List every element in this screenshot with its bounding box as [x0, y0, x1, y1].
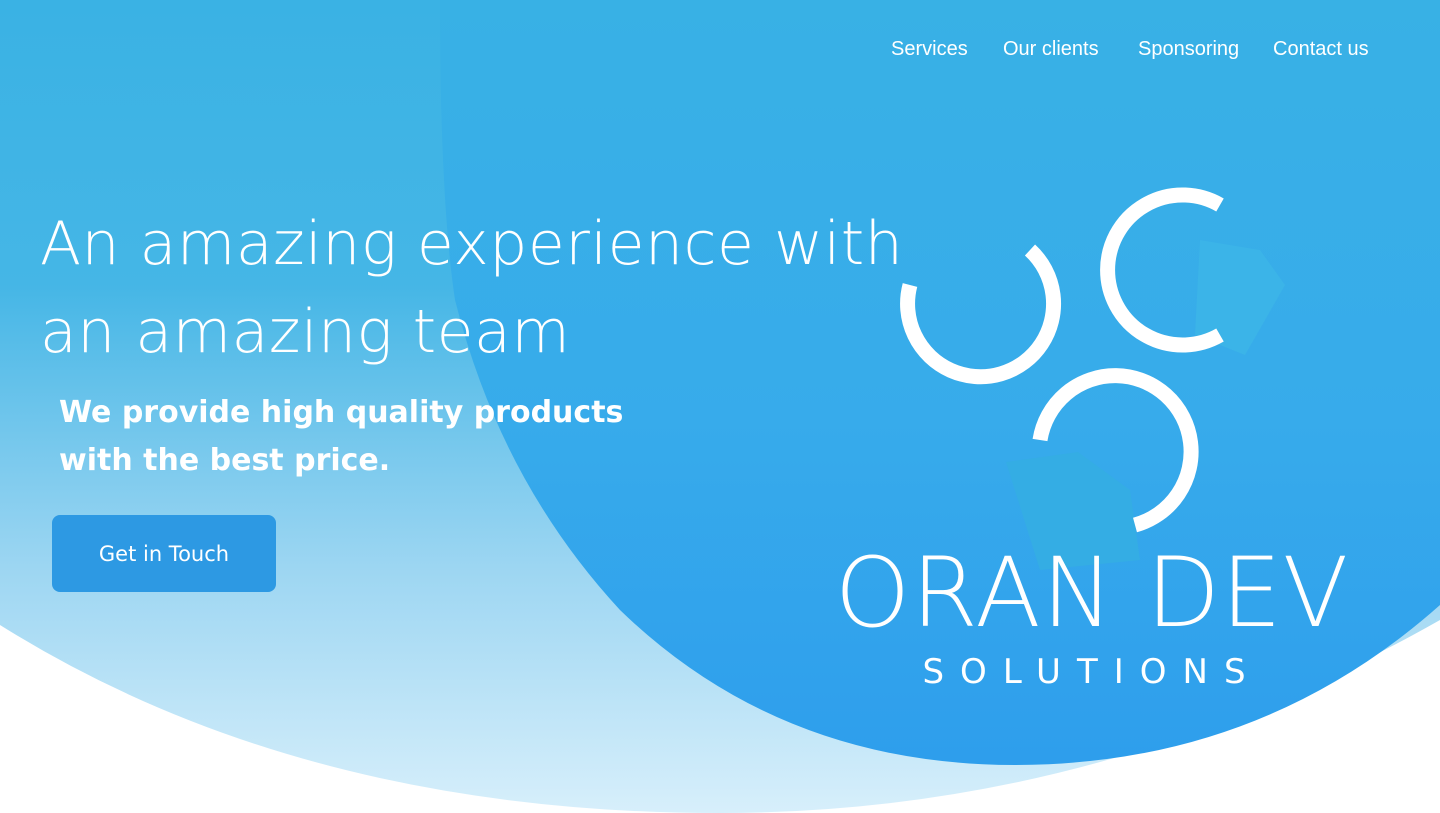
logo-title: ORAN DEV [834, 537, 1350, 649]
nav-services[interactable]: Services [891, 34, 968, 64]
nav-sponsoring[interactable]: Sponsoring [1138, 34, 1239, 64]
hero-subheadline-line-2: with the best price. [59, 443, 391, 478]
hero-headline-line-2: an amazing team [40, 297, 571, 367]
hero-headline: An amazing experience with an amazing te… [40, 200, 904, 376]
nav-our-clients[interactable]: Our clients [1003, 34, 1099, 64]
top-nav: Services Our clients Sponsoring Contact … [0, 34, 1440, 64]
logo-subtitle: SOLUTIONS [922, 652, 1262, 692]
hero-subheadline: We provide high quality products with th… [59, 389, 699, 485]
hero-subheadline-line-1: We provide high quality products [59, 395, 624, 430]
landing-page: Services Our clients Sponsoring Contact … [0, 0, 1440, 813]
hero-headline-line-1: An amazing experience with [40, 209, 904, 279]
get-in-touch-button[interactable]: Get in Touch [52, 515, 276, 592]
nav-contact-us[interactable]: Contact us [1273, 34, 1369, 64]
